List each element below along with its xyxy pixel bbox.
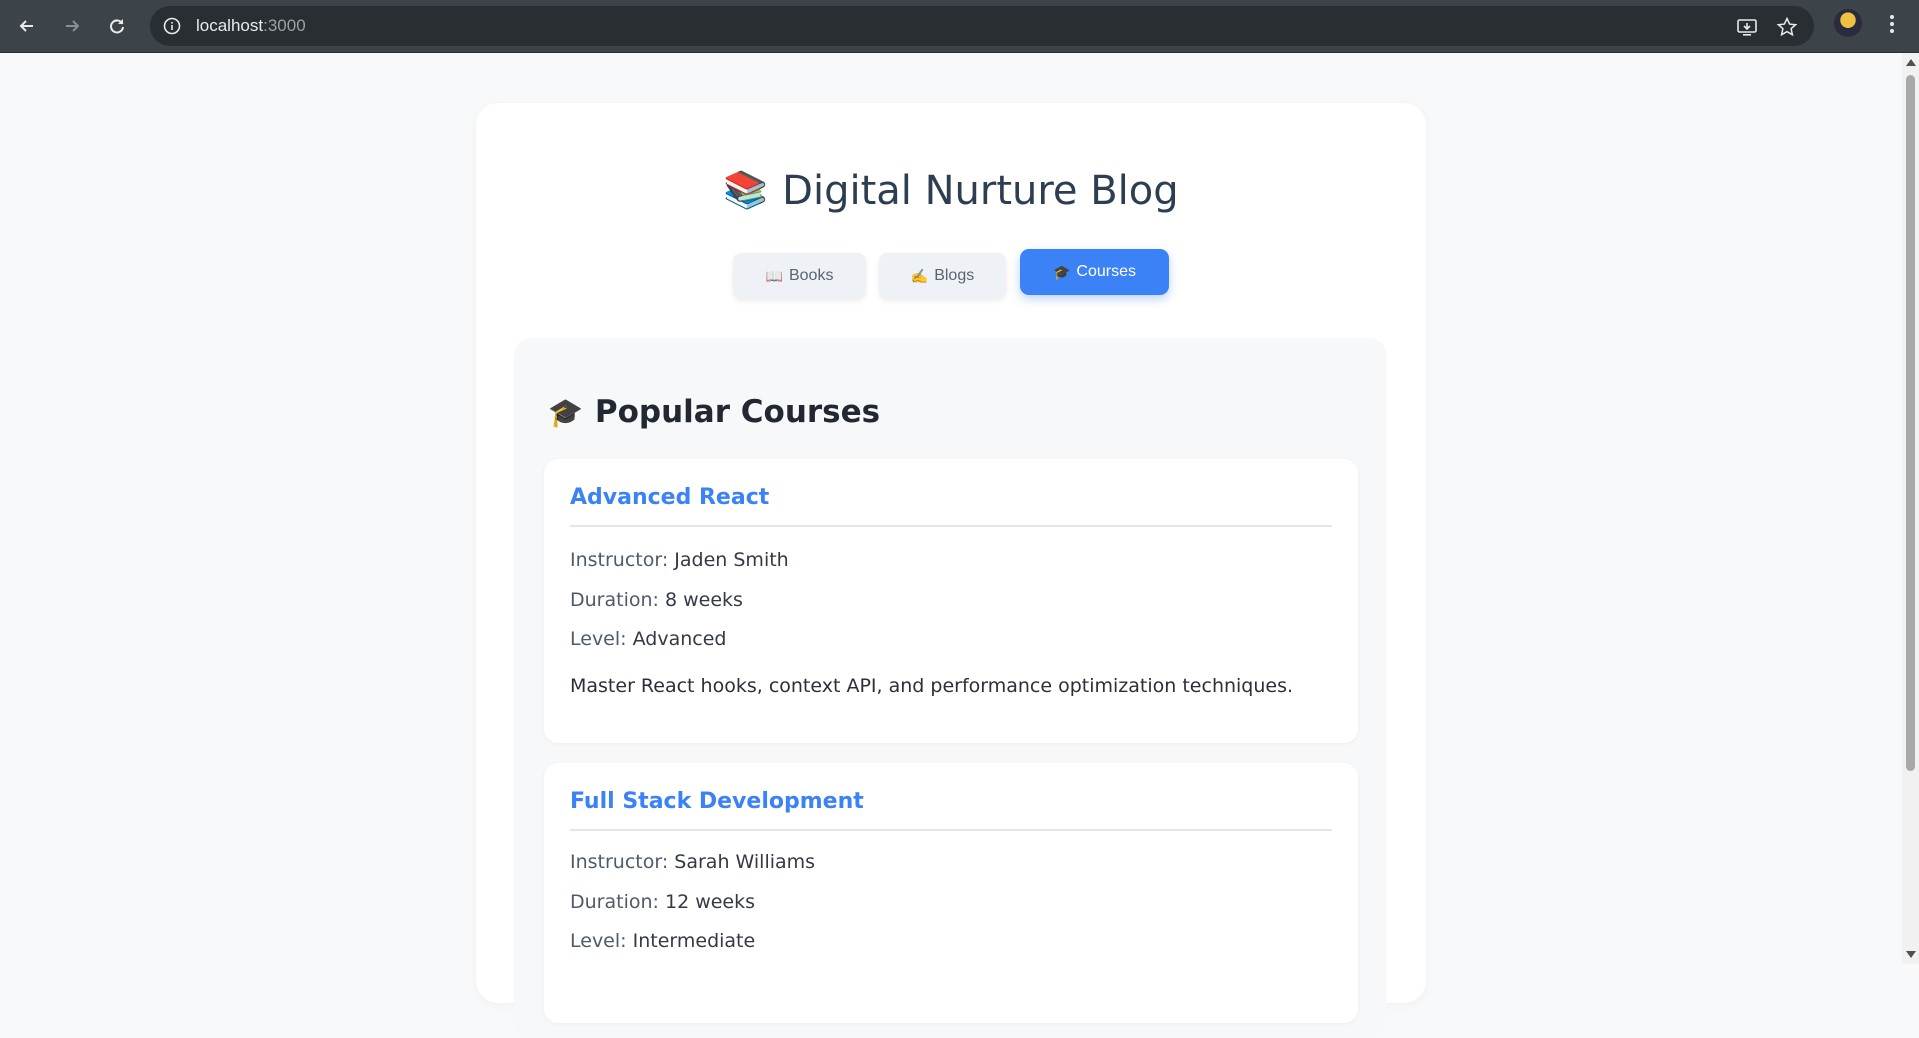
url-text: localhost:3000	[196, 16, 306, 35]
forward-arrow-icon[interactable]	[54, 8, 90, 44]
graduation-cap-icon: 🎓	[1052, 263, 1071, 280]
site-info-icon[interactable]	[162, 16, 182, 36]
browser-toolbar: localhost:3000	[0, 0, 1919, 53]
graduation-cap-icon: 🎓	[548, 396, 583, 429]
reload-icon[interactable]	[99, 8, 135, 44]
page-scrollbar[interactable]	[1902, 53, 1919, 964]
course-card: Advanced React Instructor: Jaden Smith D…	[544, 459, 1358, 743]
course-level: Level: Advanced	[570, 628, 727, 650]
course-description: Master React hooks, context API, and per…	[570, 675, 1294, 697]
divider	[570, 525, 1332, 527]
writing-hand-icon: ✍️	[910, 267, 929, 284]
bookmark-star-icon[interactable]	[1776, 16, 1798, 38]
section-title: 🎓 Popular Courses	[548, 394, 881, 430]
back-arrow-icon[interactable]	[9, 8, 45, 44]
course-title[interactable]: Advanced React	[570, 485, 769, 510]
course-instructor: Instructor: Sarah Williams	[570, 851, 816, 873]
open-book-icon: 📖	[765, 267, 783, 284]
scroll-down-arrow-icon[interactable]	[1906, 951, 1916, 958]
scroll-thumb[interactable]	[1906, 75, 1915, 771]
course-card: Full Stack Development Instructor: Sarah…	[544, 763, 1358, 1023]
more-menu-icon[interactable]	[1884, 12, 1900, 36]
books-icon: 📚	[723, 170, 769, 211]
course-duration: Duration: 8 weeks	[570, 589, 743, 611]
tab-courses[interactable]: 🎓 Courses	[1020, 249, 1169, 295]
course-title[interactable]: Full Stack Development	[570, 789, 864, 814]
profile-avatar[interactable]	[1834, 9, 1862, 37]
page-title: 📚 Digital Nurture Blog	[723, 168, 1179, 214]
course-instructor: Instructor: Jaden Smith	[570, 549, 789, 571]
course-duration: Duration: 12 weeks	[570, 891, 756, 913]
divider	[570, 829, 1332, 831]
address-bar[interactable]: localhost:3000	[150, 6, 1814, 46]
tab-blogs[interactable]: ✍️ Blogs	[879, 253, 1006, 299]
install-app-icon[interactable]	[1736, 16, 1758, 38]
course-level: Level: Intermediate	[570, 930, 756, 952]
tab-books[interactable]: 📖 Books	[733, 253, 866, 299]
scroll-up-arrow-icon[interactable]	[1906, 59, 1916, 66]
